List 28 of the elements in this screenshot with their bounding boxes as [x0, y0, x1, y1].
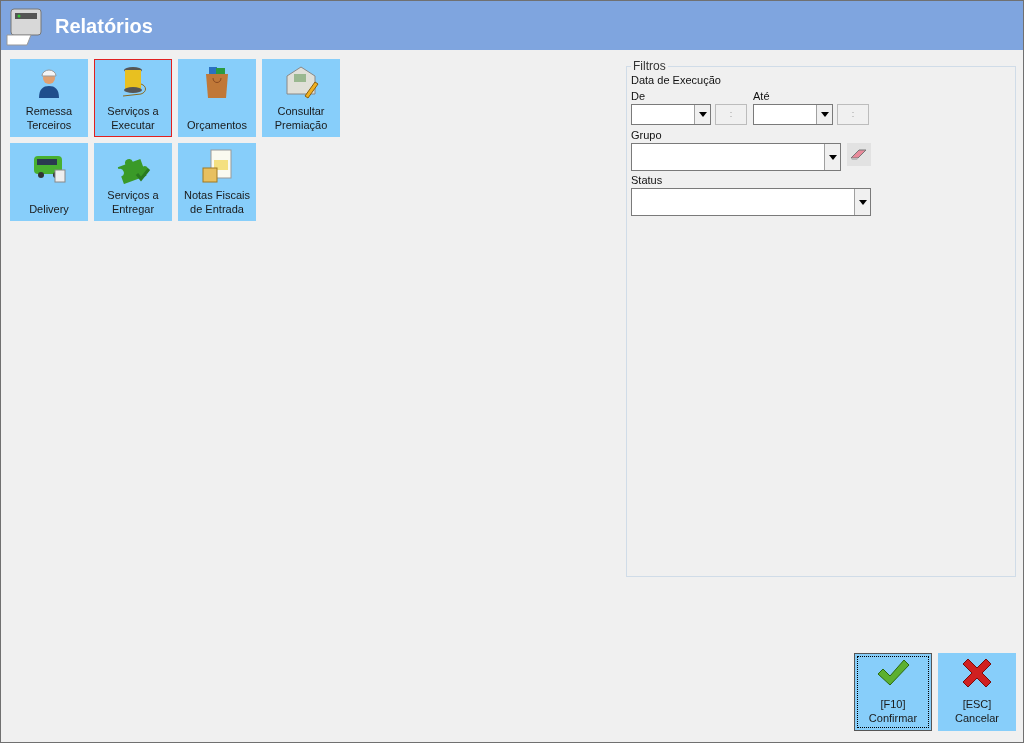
report-tile[interactable]: Delivery: [10, 143, 88, 221]
invoice-box-icon: [199, 148, 235, 184]
from-date-dropdown[interactable]: [631, 104, 711, 125]
caret-icon: [698, 112, 707, 117]
report-tile[interactable]: Remessa Terceiros: [10, 59, 88, 137]
report-tile[interactable]: Serviços a Entregar: [94, 143, 172, 221]
confirm-button[interactable]: [F10] Confirmar: [854, 653, 932, 731]
report-tile[interactable]: Consultar Premiação: [262, 59, 340, 137]
eraser-icon: [850, 148, 868, 161]
from-label: De: [631, 89, 647, 103]
window-title: Relatórios: [55, 13, 153, 39]
status-label: Status: [631, 173, 664, 187]
report-tile[interactable]: Orçamentos: [178, 59, 256, 137]
group-label: Grupo: [631, 128, 663, 142]
filters-legend: Filtros: [631, 59, 668, 73]
group-dropdown[interactable]: [631, 143, 841, 171]
eraser-button[interactable]: [847, 143, 871, 166]
cancel-button[interactable]: [ESC] Cancelar: [938, 653, 1016, 731]
caret-icon: [820, 112, 829, 117]
envelope-pencil-icon: [283, 64, 319, 100]
status-dropdown[interactable]: [631, 188, 871, 216]
to-date-dropdown[interactable]: [753, 104, 833, 125]
report-tile[interactable]: Serviços a Executar: [94, 59, 172, 137]
date-label: Data de Execução: [631, 73, 722, 87]
to-label: Até: [753, 89, 771, 103]
caret-icon: [858, 199, 867, 205]
report-tile[interactable]: Notas Fiscais de Entrada: [178, 143, 256, 221]
caret-icon: [828, 154, 837, 160]
